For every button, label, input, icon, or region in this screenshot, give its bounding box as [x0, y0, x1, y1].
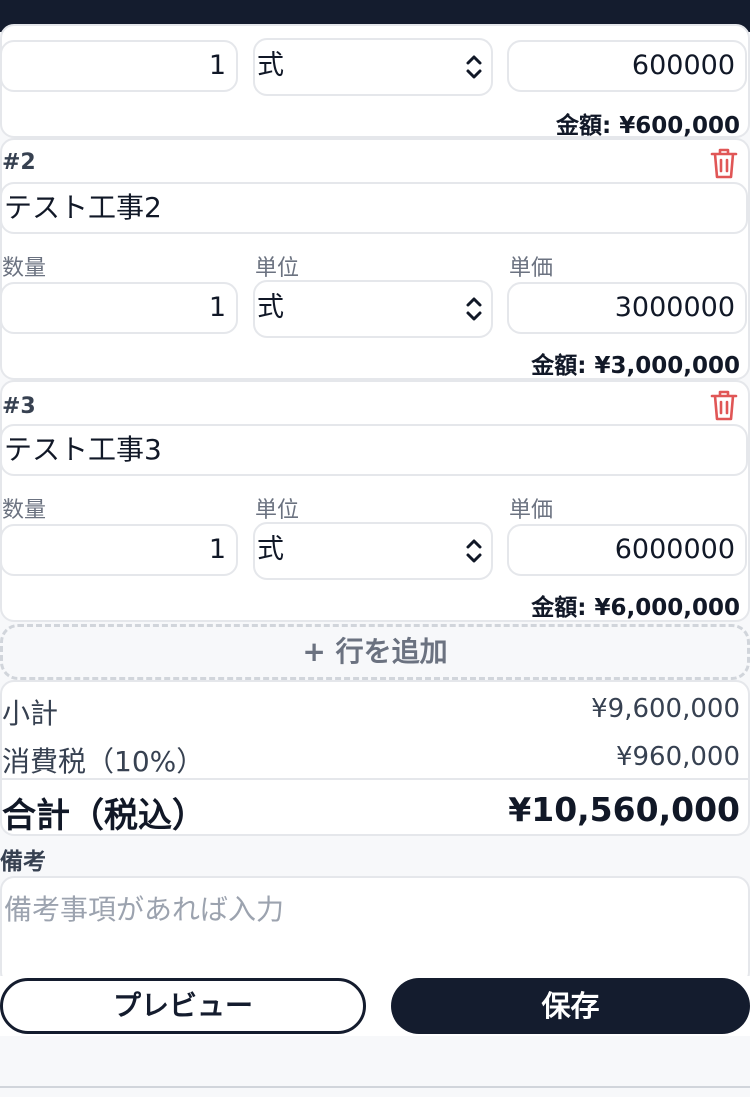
- unit-price-input[interactable]: 3000000: [507, 282, 747, 334]
- quantity-label: 数量: [2, 498, 47, 523]
- line-amount: 金額: ¥600,000: [556, 113, 740, 139]
- unit-price-label: 単価: [509, 256, 554, 281]
- item-number: #2: [2, 150, 36, 175]
- unit-label: 単位: [255, 498, 300, 523]
- unit-price-input[interactable]: 6000000: [507, 524, 747, 576]
- save-button[interactable]: 保存: [391, 978, 750, 1034]
- tax-label: 消費税（10%）: [2, 745, 205, 778]
- unit-select[interactable]: 式: [253, 280, 493, 338]
- quantity-input[interactable]: 1: [0, 40, 238, 92]
- remarks-label: 備考: [0, 849, 46, 875]
- trash-icon[interactable]: [708, 388, 740, 422]
- line-item-card: #2 テスト工事2 数量 単位 単価 1 式 3000000 金額: ¥3,00…: [0, 138, 750, 380]
- bottom-divider: [0, 1086, 750, 1088]
- line-item-card: 1 式 600000 金額: ¥600,000: [0, 24, 750, 139]
- chevron-updown-icon: [466, 539, 482, 563]
- unit-select-value: 式: [257, 50, 284, 81]
- totals-divider: [2, 778, 748, 780]
- unit-price-label: 単価: [509, 498, 554, 523]
- line-amount: 金額: ¥3,000,000: [531, 353, 740, 379]
- line-item-card: #3 テスト工事3 数量 単位 単価 1 式 6000000 金額: ¥6,00…: [0, 380, 750, 622]
- add-row-button[interactable]: + 行を追加: [0, 624, 750, 680]
- tax-value: ¥960,000: [615, 742, 740, 772]
- remarks-textarea[interactable]: [0, 876, 750, 986]
- preview-button[interactable]: プレビュー: [0, 978, 366, 1034]
- unit-price-input[interactable]: 600000: [507, 40, 747, 92]
- quantity-input[interactable]: 1: [0, 524, 238, 576]
- line-amount: 金額: ¥6,000,000: [531, 595, 740, 621]
- item-number: #3: [2, 394, 36, 419]
- unit-select-value: 式: [257, 534, 284, 565]
- totals-card: 小計 ¥9,600,000 消費税（10%） ¥960,000 合計（税込） ¥…: [0, 680, 750, 836]
- chevron-updown-icon: [466, 297, 482, 321]
- quantity-label: 数量: [2, 256, 47, 281]
- unit-label: 単位: [255, 256, 300, 281]
- grand-total-label: 合計（税込）: [2, 796, 206, 836]
- unit-select[interactable]: 式: [253, 38, 493, 96]
- subtotal-value: ¥9,600,000: [591, 694, 740, 724]
- chevron-updown-icon: [466, 55, 482, 79]
- unit-select[interactable]: 式: [253, 522, 493, 580]
- item-name-input[interactable]: テスト工事2: [0, 182, 748, 234]
- quantity-input[interactable]: 1: [0, 282, 238, 334]
- unit-select-value: 式: [257, 292, 284, 323]
- trash-icon[interactable]: [708, 146, 740, 180]
- subtotal-label: 小計: [2, 697, 59, 730]
- grand-total-value: ¥10,560,000: [508, 790, 740, 829]
- item-name-input[interactable]: テスト工事3: [0, 424, 748, 476]
